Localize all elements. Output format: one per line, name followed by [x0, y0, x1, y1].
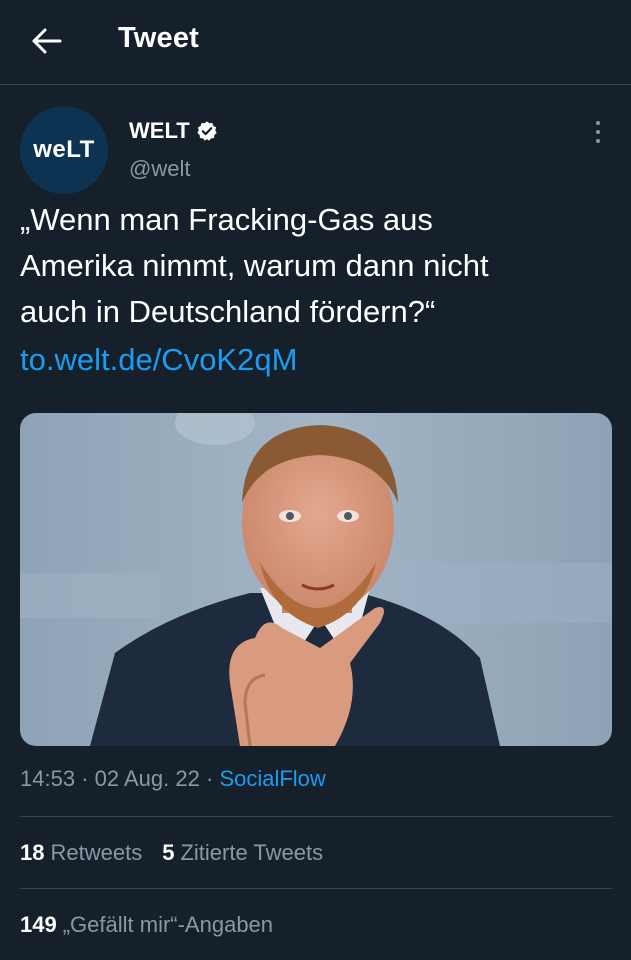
retweets-stat[interactable]: 18 Retweets: [20, 840, 142, 866]
meta-separator: ·: [205, 766, 214, 791]
meta-separator: ·: [81, 766, 89, 791]
tweet-metadata: 14:53 · 02 Aug. 22 · SocialFlow: [20, 766, 326, 792]
likes-label: „Gefällt mir“-Angaben: [62, 912, 274, 937]
likes-count: 149: [20, 912, 57, 937]
retweet-stats: 18 Retweets 5 Zitierte Tweets: [20, 840, 323, 866]
more-dots-icon: [596, 121, 600, 125]
page-title: Tweet: [118, 22, 200, 54]
author-name-label: WELT: [129, 118, 190, 143]
quotes-count: 5: [162, 840, 175, 865]
back-button[interactable]: [28, 22, 66, 60]
divider: [20, 888, 612, 889]
retweets-count: 18: [20, 840, 45, 865]
likes-stats: 149 „Gefällt mir“-Angaben: [20, 912, 273, 938]
retweets-label: Retweets: [50, 840, 143, 865]
tweet-time: 14:53: [20, 766, 76, 791]
likes-stat[interactable]: 149 „Gefällt mir“-Angaben: [20, 912, 273, 938]
arrow-left-icon: [32, 28, 62, 54]
tweet-text-line: Amerika nimmt, warum dann nicht: [20, 248, 489, 283]
tweet-detail-page: Tweet weLT WELT @welt „Wenn man Fracking…: [0, 0, 631, 960]
photo-man-gesturing: [20, 413, 612, 746]
tweet-text-line: „Wenn man Fracking-Gas aus: [20, 202, 433, 237]
top-bar: Tweet: [0, 0, 631, 85]
tweet-source-link[interactable]: SocialFlow: [219, 766, 325, 791]
tweet-link[interactable]: to.welt.de/CvoK2qM: [20, 337, 297, 383]
tweet-text-line: auch in Deutschland fördern?“: [20, 294, 436, 329]
author-handle[interactable]: @welt: [129, 156, 190, 182]
tweet-date: 02 Aug. 22: [94, 766, 200, 791]
avatar[interactable]: weLT: [20, 106, 108, 194]
author-name[interactable]: WELT: [129, 118, 218, 144]
tweet-photo[interactable]: [20, 413, 612, 746]
quotes-label: Zitierte Tweets: [180, 840, 324, 865]
quote-tweets-stat[interactable]: 5 Zitierte Tweets: [162, 840, 323, 866]
more-options-button[interactable]: [588, 118, 608, 146]
avatar-logo-text: weLT: [33, 136, 95, 163]
verified-badge-icon: [197, 121, 217, 141]
divider: [20, 816, 612, 817]
tweet-text: „Wenn man Fracking-Gas aus Amerika nimmt…: [20, 197, 610, 335]
